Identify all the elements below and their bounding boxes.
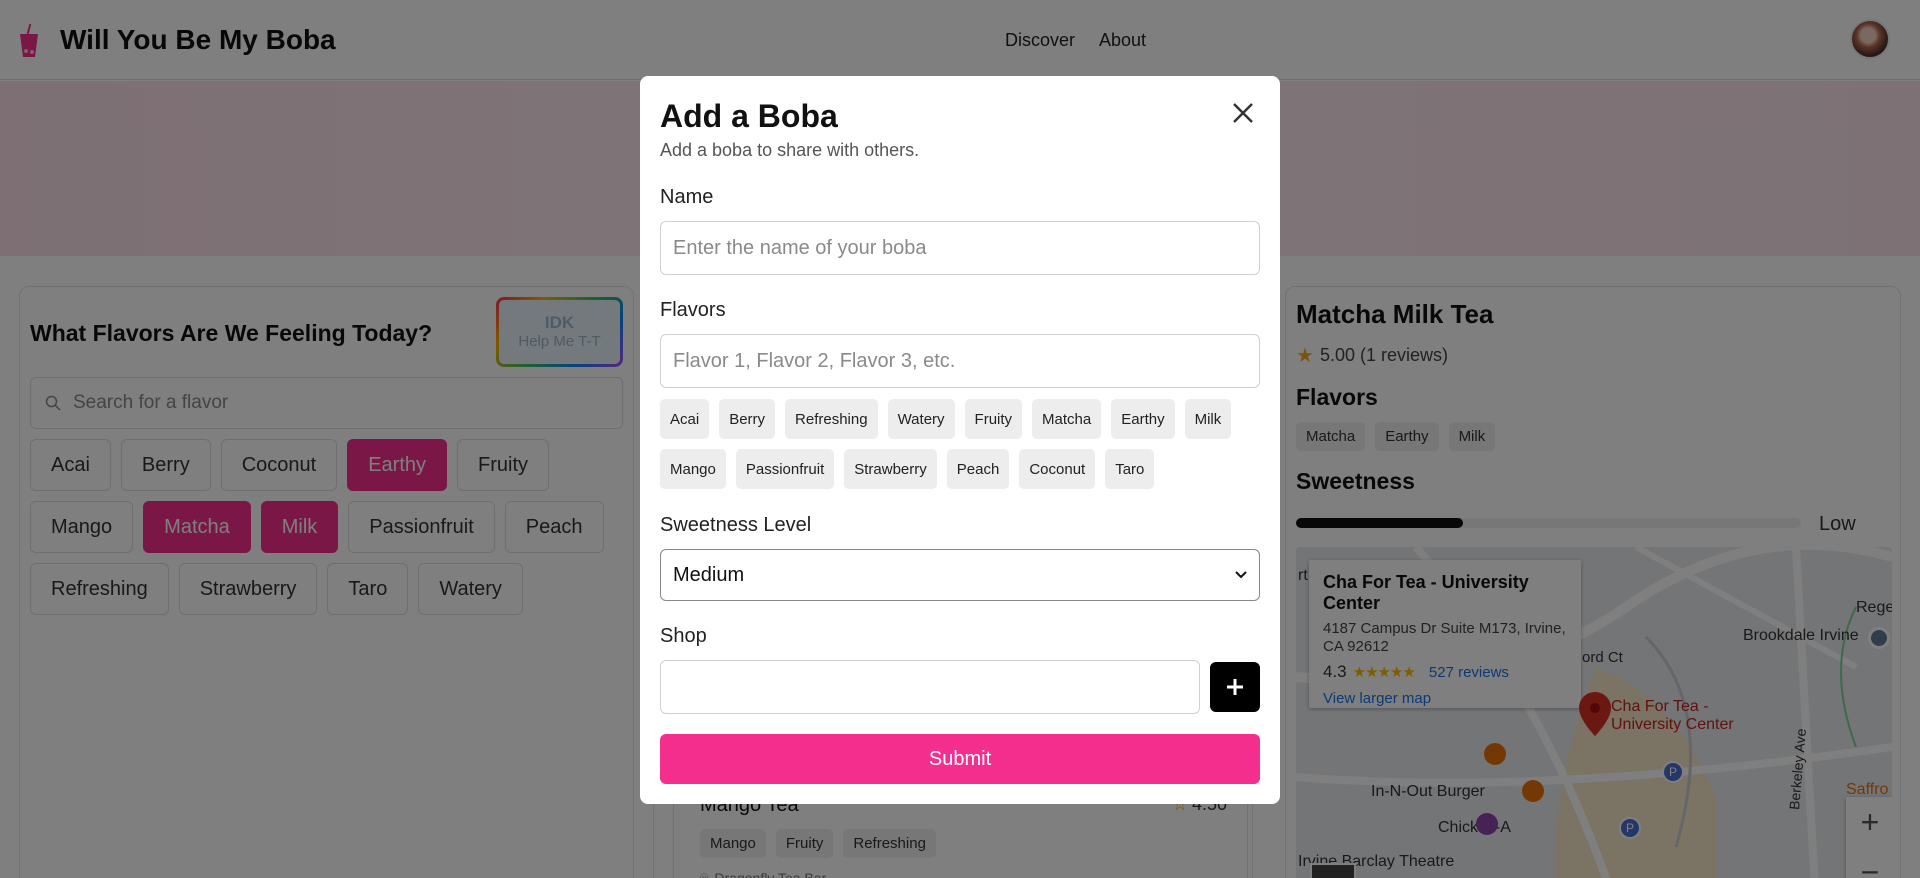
flavor-suggestion-chip[interactable]: Passionfruit bbox=[735, 449, 835, 489]
boba-name-input[interactable] bbox=[660, 221, 1260, 275]
shop-input[interactable] bbox=[660, 660, 1200, 714]
flavor-suggestion-chip[interactable]: Watery bbox=[887, 399, 955, 439]
flavor-suggestion-chip[interactable]: Matcha bbox=[1032, 399, 1102, 439]
flavor-suggestion-chip[interactable]: Earthy bbox=[1111, 399, 1175, 439]
flavor-suggestion-chip[interactable]: Mango bbox=[660, 449, 726, 489]
flavor-suggestion-chip[interactable]: Strawberry bbox=[844, 449, 937, 489]
flavor-suggestion-chip[interactable]: Taro bbox=[1105, 449, 1155, 489]
close-icon[interactable] bbox=[1230, 100, 1256, 126]
flavor-suggestion-chip[interactable]: Refreshing bbox=[785, 399, 878, 439]
flavor-suggestion-chip[interactable]: Peach bbox=[946, 449, 1010, 489]
flavors-label: Flavors bbox=[660, 299, 726, 321]
chevron-down-icon bbox=[1235, 571, 1247, 579]
modal-title: Add a Boba bbox=[660, 98, 838, 134]
flavor-suggestion-chips: Acai Berry Refreshing Watery Fruity Matcha Ear… bbox=[660, 399, 1270, 489]
plus-icon bbox=[1227, 679, 1243, 695]
sweetness-level-label: Sweetness Level bbox=[660, 514, 812, 536]
submit-button[interactable]: Submit bbox=[660, 734, 1260, 784]
add-shop-button[interactable] bbox=[1210, 662, 1260, 712]
flavors-input[interactable] bbox=[660, 334, 1260, 388]
shop-label: Shop bbox=[660, 625, 707, 647]
sweetness-select-value: Medium bbox=[673, 563, 745, 586]
sweetness-select[interactable]: Medium bbox=[660, 549, 1260, 601]
flavor-suggestion-chip[interactable]: Fruity bbox=[964, 399, 1023, 439]
flavor-suggestion-chip[interactable]: Milk bbox=[1184, 399, 1232, 439]
modal-subtitle: Add a boba to share with others. bbox=[660, 140, 920, 160]
add-boba-modal: Add a Boba Add a boba to share with othe… bbox=[640, 76, 1280, 804]
name-label: Name bbox=[660, 186, 714, 208]
flavor-suggestion-chip[interactable]: Berry bbox=[719, 399, 776, 439]
flavor-suggestion-chip[interactable]: Acai bbox=[660, 399, 710, 439]
flavor-suggestion-chip[interactable]: Coconut bbox=[1019, 449, 1096, 489]
